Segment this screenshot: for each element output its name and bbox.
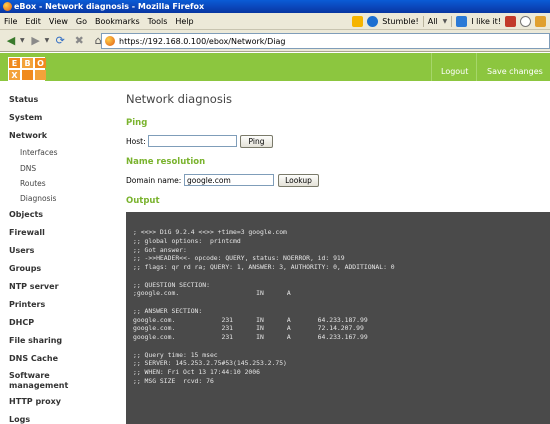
stumble-button[interactable]: Stumble! — [382, 17, 419, 26]
thumbs-up-icon[interactable] — [456, 16, 468, 27]
menu-edit[interactable]: Edit — [21, 13, 45, 30]
site-icon — [105, 36, 115, 46]
comment-icon[interactable] — [520, 16, 531, 27]
output-line: ;; QUESTION SECTION: — [133, 280, 210, 289]
sidebar-subitem-interfaces[interactable]: Interfaces — [20, 148, 58, 157]
host-label: Host: — [126, 137, 146, 146]
output-line: ;; Got answer: — [133, 245, 187, 254]
output-line: ;; flags: qr rd ra; QUERY: 1, ANSWER: 3,… — [133, 263, 395, 271]
sidebar-item-status[interactable]: Status — [9, 95, 38, 104]
menu-view[interactable]: View — [45, 13, 72, 30]
name-resolution-heading: Name resolution — [126, 157, 206, 167]
reload-icon[interactable]: ⟳ — [52, 33, 68, 49]
ping-button[interactable]: Ping — [240, 135, 273, 148]
sidebar-item-groups[interactable]: Groups — [9, 264, 41, 273]
like-button[interactable]: I like it! — [471, 17, 501, 26]
all-dropdown[interactable]: All — [428, 17, 438, 26]
logout-link[interactable]: Logout — [441, 53, 468, 81]
output-line: ;; WHEN: Fri Oct 13 17:44:10 2006 — [133, 368, 260, 376]
header-divider — [431, 53, 432, 81]
output-line: google.com. 231 IN A 64.233.167.99 — [133, 333, 368, 341]
sidebar-item-network[interactable]: Network — [9, 131, 47, 140]
save-changes-link[interactable]: Save changes — [487, 53, 543, 81]
domain-name-label: Domain name: — [126, 176, 182, 185]
logo-letter: B — [22, 58, 33, 68]
main-content: Network diagnosis Ping Host: Ping Name r… — [115, 81, 550, 424]
window-titlebar: eBox - Network diagnosis - Mozilla Firef… — [0, 0, 550, 13]
output-line: ; <<>> DiG 9.2.4 <<>> +time=3 google.com — [133, 228, 287, 236]
host-input[interactable] — [148, 135, 237, 147]
menubar: File Edit View Go Bookmarks Tools Help S… — [0, 13, 550, 30]
sidebar-item-software-management[interactable]: Software management — [9, 371, 89, 391]
ping-heading: Ping — [126, 118, 148, 128]
output-line: ;; global options: printcmd — [133, 236, 241, 245]
back-icon[interactable]: ◀ — [3, 33, 19, 49]
firefox-icon — [3, 2, 12, 11]
toolbar-icon[interactable] — [352, 16, 364, 27]
sidebar-subitem-dns[interactable]: DNS — [20, 164, 36, 173]
output-line: google.com. 231 IN A 64.233.187.99 — [133, 315, 368, 324]
output-line: ;google.com. IN A — [133, 289, 291, 298]
chevron-down-icon[interactable]: ▼ — [20, 37, 25, 44]
sidebar-item-logs[interactable]: Logs — [9, 415, 30, 424]
output-line: ;; MSG SIZE rcvd: 76 — [133, 376, 214, 385]
sidebar-item-ntp-server[interactable]: NTP server — [9, 282, 59, 291]
logo-letter: O — [35, 58, 46, 68]
sidebar-item-objects[interactable]: Objects — [9, 210, 43, 219]
share-icon[interactable] — [535, 16, 546, 27]
lookup-button[interactable]: Lookup — [278, 174, 319, 187]
toolbar-separator — [422, 16, 424, 27]
output-line: ;; ->>HEADER<<- opcode: QUERY, status: N… — [133, 254, 345, 263]
menu-tools[interactable]: Tools — [144, 13, 172, 30]
output-line: ;; Query time: 15 msec — [133, 350, 218, 359]
header-divider — [476, 53, 477, 81]
logo-letter — [22, 70, 33, 80]
ebox-header: E B O X Logout Save changes — [0, 53, 550, 81]
sidebar-item-dhcp[interactable]: DHCP — [9, 318, 34, 327]
sidebar-subitem-routes[interactable]: Routes — [20, 179, 46, 188]
stop-icon[interactable]: ✖ — [71, 33, 87, 49]
logo-letter: E — [9, 58, 20, 68]
domain-name-input[interactable]: google.com — [184, 174, 274, 186]
stumbleupon-toolbar: Stumble! All ▼ I like it! — [352, 15, 546, 28]
address-bar[interactable]: https://192.168.0.100/ebox/Network/Diag — [101, 33, 550, 49]
menu-file[interactable]: File — [0, 13, 21, 30]
sidebar-item-printers[interactable]: Printers — [9, 300, 45, 309]
sidebar-item-dns-cache[interactable]: DNS Cache — [9, 354, 58, 363]
stumbleupon-icon[interactable] — [367, 16, 379, 27]
ebox-logo[interactable]: E B O X — [8, 57, 46, 81]
forward-icon[interactable]: ▶ — [28, 33, 44, 49]
output-line: ;; ANSWER SECTION: — [133, 306, 203, 315]
chevron-down-icon[interactable]: ▼ — [443, 18, 448, 25]
navigation-toolbar: ◀ ▼ ▶ ▼ ⟳ ✖ ⌂ https://192.168.0.100/ebox… — [0, 30, 550, 52]
menu-bookmarks[interactable]: Bookmarks — [91, 13, 144, 30]
url-text[interactable]: https://192.168.0.100/ebox/Network/Diag — [119, 37, 285, 46]
sidebar-item-firewall[interactable]: Firewall — [9, 228, 45, 237]
output-line: google.com. 231 IN A 72.14.207.99 — [133, 324, 364, 333]
sidebar-item-system[interactable]: System — [9, 113, 42, 122]
logo-letter: X — [9, 70, 20, 80]
chevron-down-icon[interactable]: ▼ — [45, 37, 50, 44]
menu-go[interactable]: Go — [72, 13, 91, 30]
logo-letter — [35, 70, 46, 80]
thumbs-down-icon[interactable] — [505, 16, 516, 27]
toolbar-separator — [451, 16, 453, 27]
sidebar-item-file-sharing[interactable]: File sharing — [9, 336, 62, 345]
page-title: Network diagnosis — [126, 92, 233, 106]
sidebar-item-http-proxy[interactable]: HTTP proxy — [9, 397, 61, 406]
output-heading: Output — [126, 196, 160, 206]
sidebar-item-users[interactable]: Users — [9, 246, 34, 255]
output-line: ;; SERVER: 145.253.2.75#53(145.253.2.75) — [133, 359, 287, 368]
sidebar-menu: Status System Network Interfaces DNS Rou… — [0, 81, 115, 424]
window-title: eBox - Network diagnosis - Mozilla Firef… — [14, 2, 205, 11]
sidebar-subitem-diagnosis[interactable]: Diagnosis — [20, 194, 56, 203]
output-panel: ; <<>> DiG 9.2.4 <<>> +time=3 google.com… — [126, 212, 550, 424]
menu-help[interactable]: Help — [171, 13, 197, 30]
